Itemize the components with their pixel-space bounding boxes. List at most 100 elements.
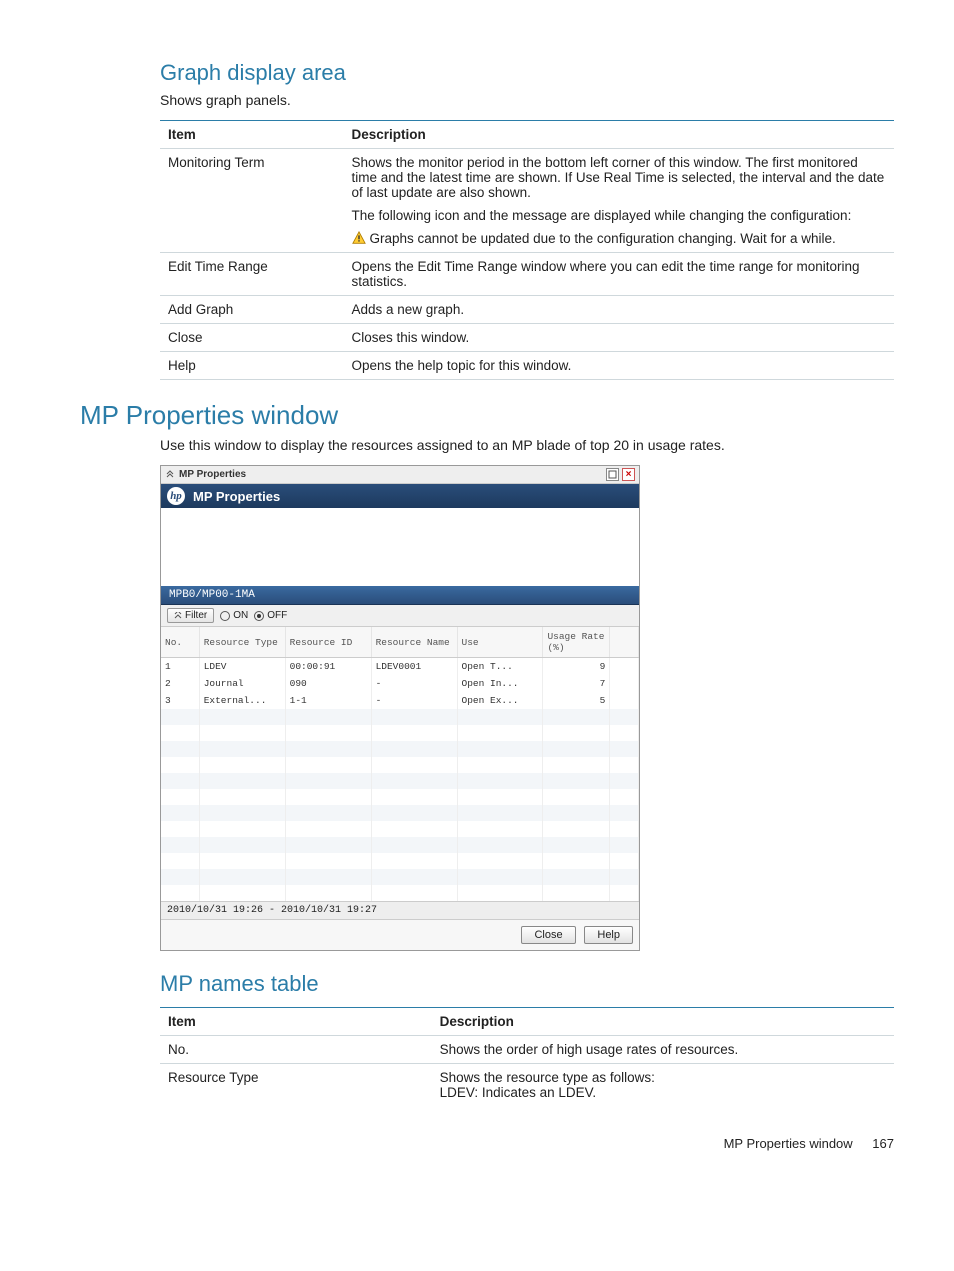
filter-button[interactable]: Filter xyxy=(167,608,214,623)
cell-name: - xyxy=(371,692,457,709)
table-header-row: Item Description xyxy=(160,121,894,149)
graph-area-table: Item Description Monitoring Term Shows t… xyxy=(160,120,894,380)
cell-item: Resource Type xyxy=(160,1064,432,1107)
cell-desc: Closes this window. xyxy=(344,324,895,352)
page-footer: MP Properties window 167 xyxy=(80,1136,894,1151)
table-row: Monitoring Term Shows the monitor period… xyxy=(160,149,894,253)
col-item: Item xyxy=(160,1008,432,1036)
cell-desc: Shows the order of high usage rates of r… xyxy=(432,1036,894,1064)
help-button[interactable]: Help xyxy=(584,926,633,944)
cell-type: External... xyxy=(199,692,285,709)
cell-use: Open Ex... xyxy=(457,692,543,709)
grid-row-empty xyxy=(161,869,639,885)
tab-label[interactable]: MPB0/MP00-1MA xyxy=(161,586,639,605)
cell-item: Monitoring Term xyxy=(160,149,344,253)
grid-row[interactable]: 2 Journal 090 - Open In... 7 xyxy=(161,675,639,692)
grid-row-empty xyxy=(161,837,639,853)
mp-names-table: Item Description No. Shows the order of … xyxy=(160,1007,894,1106)
col-use[interactable]: Use xyxy=(457,627,543,658)
col-resource-name[interactable]: Resource Name xyxy=(371,627,457,658)
grid-row-empty xyxy=(161,709,639,725)
cell-no: 1 xyxy=(161,658,199,676)
mp-properties-screenshot: MP Properties × hp MP Properties MPB0/MP… xyxy=(160,465,640,951)
table-row: Close Closes this window. xyxy=(160,324,894,352)
cell-item: Edit Time Range xyxy=(160,253,344,296)
window-header: hp MP Properties xyxy=(161,484,639,508)
cell-item: Help xyxy=(160,352,344,380)
filter-toolbar: Filter ON OFF xyxy=(161,605,639,627)
col-resource-id[interactable]: Resource ID xyxy=(285,627,371,658)
cell-no: 3 xyxy=(161,692,199,709)
hp-logo-icon: hp xyxy=(167,487,185,505)
desc-p1: Shows the monitor period in the bottom l… xyxy=(352,155,887,200)
desc-p2: The following icon and the message are d… xyxy=(352,208,887,223)
cell-desc: Opens the help topic for this window. xyxy=(344,352,895,380)
cell-desc: Opens the Edit Time Range window where y… xyxy=(344,253,895,296)
cell-use: Open T... xyxy=(457,658,543,676)
resource-grid: No. Resource Type Resource ID Resource N… xyxy=(161,627,639,901)
close-button[interactable]: × xyxy=(622,468,635,481)
filter-on-radio[interactable]: ON xyxy=(220,610,248,621)
grid-row[interactable]: 3 External... 1-1 - Open Ex... 5 xyxy=(161,692,639,709)
col-usage-rate[interactable]: Usage Rate (%) xyxy=(543,627,610,658)
button-row: Close Help xyxy=(161,919,639,950)
table-row: Edit Time Range Opens the Edit Time Rang… xyxy=(160,253,894,296)
filter-button-label: Filter xyxy=(185,610,207,621)
cell-item: Add Graph xyxy=(160,296,344,324)
grid-row-empty xyxy=(161,885,639,901)
grid-row-empty xyxy=(161,821,639,837)
cell-id: 090 xyxy=(285,675,371,692)
desc-warning: Graphs cannot be updated due to the conf… xyxy=(352,231,887,246)
cell-item: Close xyxy=(160,324,344,352)
desc-line1: Shows the resource type as follows: xyxy=(440,1070,655,1085)
cell-type: LDEV xyxy=(199,658,285,676)
heading-graph-display-area: Graph display area xyxy=(160,60,894,86)
warning-icon xyxy=(352,231,366,245)
grid-row-empty xyxy=(161,741,639,757)
desc-line2: LDEV: Indicates an LDEV. xyxy=(440,1085,597,1100)
cell-name: LDEV0001 xyxy=(371,658,457,676)
radio-icon xyxy=(220,611,230,621)
window-header-title: MP Properties xyxy=(193,489,280,504)
cell-id: 00:00:91 xyxy=(285,658,371,676)
cell-item: No. xyxy=(160,1036,432,1064)
cell-desc: Adds a new graph. xyxy=(344,296,895,324)
heading-mp-properties-window: MP Properties window xyxy=(80,400,894,431)
cell-use: Open In... xyxy=(457,675,543,692)
cell-rate: 9 xyxy=(543,658,610,676)
warning-text: Graphs cannot be updated due to the conf… xyxy=(370,231,836,246)
table-row: Add Graph Adds a new graph. xyxy=(160,296,894,324)
cell-desc: Shows the resource type as follows: LDEV… xyxy=(432,1064,894,1107)
window-title: MP Properties xyxy=(179,469,603,480)
cell-name: - xyxy=(371,675,457,692)
paragraph: Use this window to display the resources… xyxy=(160,437,894,453)
cell-rate: 7 xyxy=(543,675,610,692)
collapse-icon[interactable] xyxy=(165,468,175,481)
radio-icon xyxy=(254,611,264,621)
status-bar: 2010/10/31 19:26 - 2010/10/31 19:27 xyxy=(161,901,639,919)
col-item: Item xyxy=(160,121,344,149)
window-body-spacer xyxy=(161,508,639,586)
grid-row-empty xyxy=(161,773,639,789)
table-row: Resource Type Shows the resource type as… xyxy=(160,1064,894,1107)
filter-off-radio[interactable]: OFF xyxy=(254,610,287,621)
grid-row-empty xyxy=(161,853,639,869)
table-header-row: Item Description xyxy=(160,1008,894,1036)
table-row: No. Shows the order of high usage rates … xyxy=(160,1036,894,1064)
grid-row-empty xyxy=(161,757,639,773)
cell-rate: 5 xyxy=(543,692,610,709)
close-button[interactable]: Close xyxy=(521,926,575,944)
footer-text: MP Properties window xyxy=(724,1136,853,1151)
col-no[interactable]: No. xyxy=(161,627,199,658)
grid-row-empty xyxy=(161,805,639,821)
col-resource-type[interactable]: Resource Type xyxy=(199,627,285,658)
col-spacer xyxy=(610,627,639,658)
col-description: Description xyxy=(432,1008,894,1036)
maximize-button[interactable] xyxy=(606,468,619,481)
page-number: 167 xyxy=(872,1136,894,1151)
radio-label: OFF xyxy=(267,610,287,621)
cell-id: 1-1 xyxy=(285,692,371,709)
window-titlebar: MP Properties × xyxy=(161,466,639,484)
chevron-up-icon xyxy=(174,612,182,620)
grid-row[interactable]: 1 LDEV 00:00:91 LDEV0001 Open T... 9 xyxy=(161,658,639,676)
